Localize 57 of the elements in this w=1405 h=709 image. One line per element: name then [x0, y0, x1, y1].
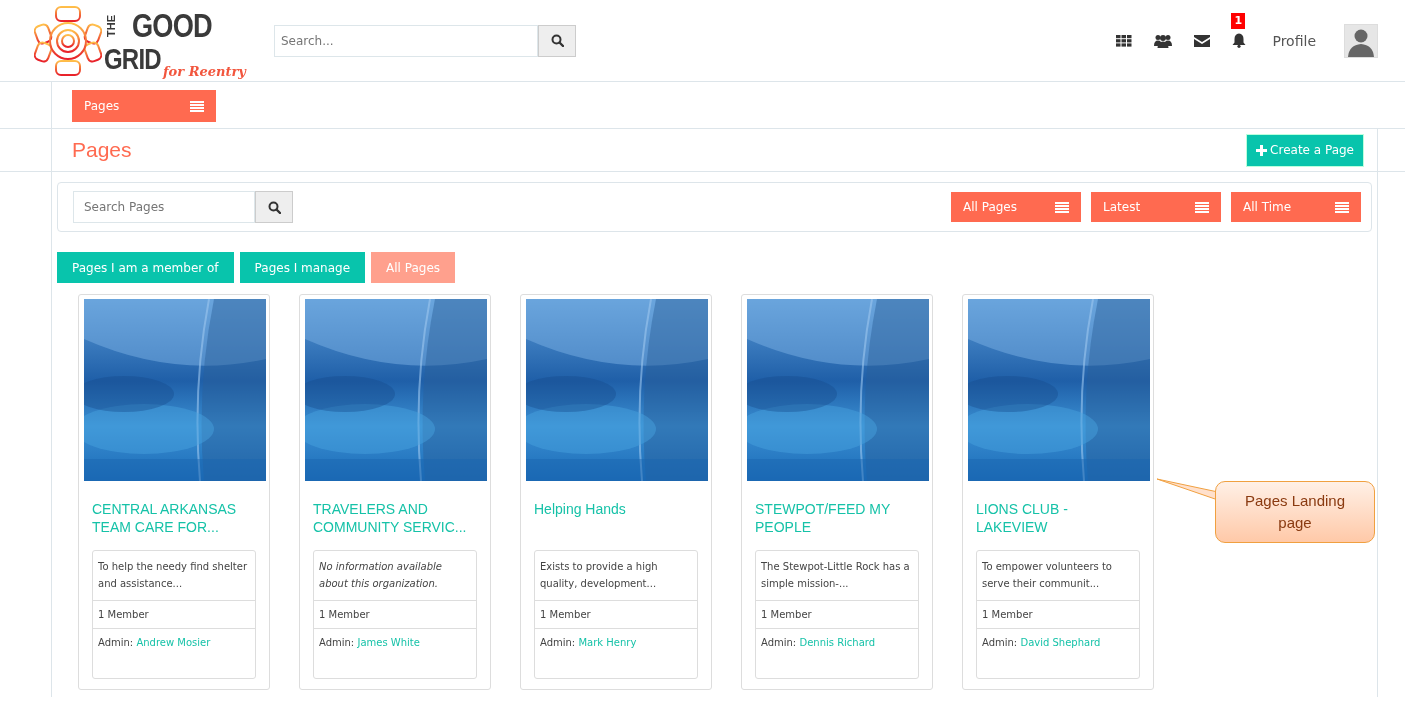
search-icon [550, 34, 564, 47]
member-count: 1 Member [982, 609, 1033, 620]
page-title-link[interactable]: CENTRAL ARKANSAS TEAM CARE FOR... [92, 500, 256, 538]
filter-tab[interactable]: All Pages [371, 252, 456, 283]
filter-dropdown[interactable]: Latest [1091, 192, 1221, 222]
admin-label: Admin: [982, 637, 1018, 648]
filter-dropdown[interactable]: All Pages [951, 192, 1081, 222]
search-field[interactable]: Search Pages [73, 191, 255, 223]
apps-grid-icon[interactable] [1116, 34, 1133, 47]
admin-label: Admin: [98, 637, 134, 648]
filter-tab[interactable]: Pages I manage [239, 252, 366, 283]
create-page-button[interactable]: Create a Page [1246, 133, 1364, 167]
flower-logo-icon [34, 4, 102, 77]
page-title-link[interactable]: TRAVELERS AND COMMUNITY SERVIC... [313, 500, 477, 538]
envelope-icon[interactable] [1194, 34, 1211, 47]
page-description: The Stewpot-Little Rock has a simple mission-... [761, 561, 910, 589]
page-description: To empower volunteers to serve their communit... [982, 561, 1112, 589]
menu-icon [1055, 201, 1069, 213]
admin-link[interactable]: Mark Henry [578, 637, 637, 648]
page-title-link[interactable]: Helping Hands [534, 500, 698, 538]
menu-icon [1335, 201, 1349, 213]
member-count: 1 Member [319, 609, 370, 620]
admin-link[interactable]: David Shephard [1020, 637, 1101, 648]
callout: Pages Landing page [1215, 481, 1375, 543]
search-button[interactable] [538, 24, 576, 57]
profile-link[interactable]: Profile [1272, 32, 1316, 49]
admin-link[interactable]: Dennis Richard [799, 637, 876, 648]
admin-link[interactable]: James White [357, 637, 420, 648]
menu-icon [1195, 201, 1209, 213]
member-count: 1 Member [540, 609, 591, 620]
page-description: To help the needy find shelter and assistance... [98, 561, 247, 589]
admin-label: Admin: [540, 637, 576, 648]
member-count: 1 Member [761, 609, 812, 620]
search-icon [267, 200, 281, 214]
plus-icon [1256, 144, 1268, 156]
users-icon[interactable] [1154, 33, 1173, 48]
member-count: 1 Member [98, 609, 149, 620]
bell-icon[interactable] [1232, 33, 1247, 48]
logo-text: GRID [104, 43, 161, 74]
search-button[interactable] [255, 191, 293, 223]
logo-tagline: for Reentry [163, 64, 246, 78]
avatar-icon[interactable] [1344, 23, 1378, 58]
page-title: Pages [72, 138, 132, 162]
search-field[interactable]: Search... [274, 24, 538, 57]
logo-text: GOOD [131, 7, 213, 44]
filter-tab[interactable]: Pages I am a member of [57, 252, 234, 283]
admin-label: Admin: [319, 637, 355, 648]
section-dropdown[interactable]: Pages [72, 90, 216, 122]
page-description: No information available about this organization. [319, 561, 442, 589]
page-description: Exists to provide a high quality, development... [540, 561, 658, 589]
filter-dropdown[interactable]: All Time [1231, 192, 1361, 222]
admin-label: Admin: [761, 637, 797, 648]
page-title-link[interactable]: STEWPOT/FEED MY PEOPLE [755, 500, 919, 538]
menu-icon [190, 100, 204, 112]
notification-badge: 1 [1231, 13, 1246, 30]
admin-link[interactable]: Andrew Mosier [136, 637, 211, 648]
page-title-link[interactable]: LIONS CLUB - LAKEVIEW [976, 500, 1140, 538]
